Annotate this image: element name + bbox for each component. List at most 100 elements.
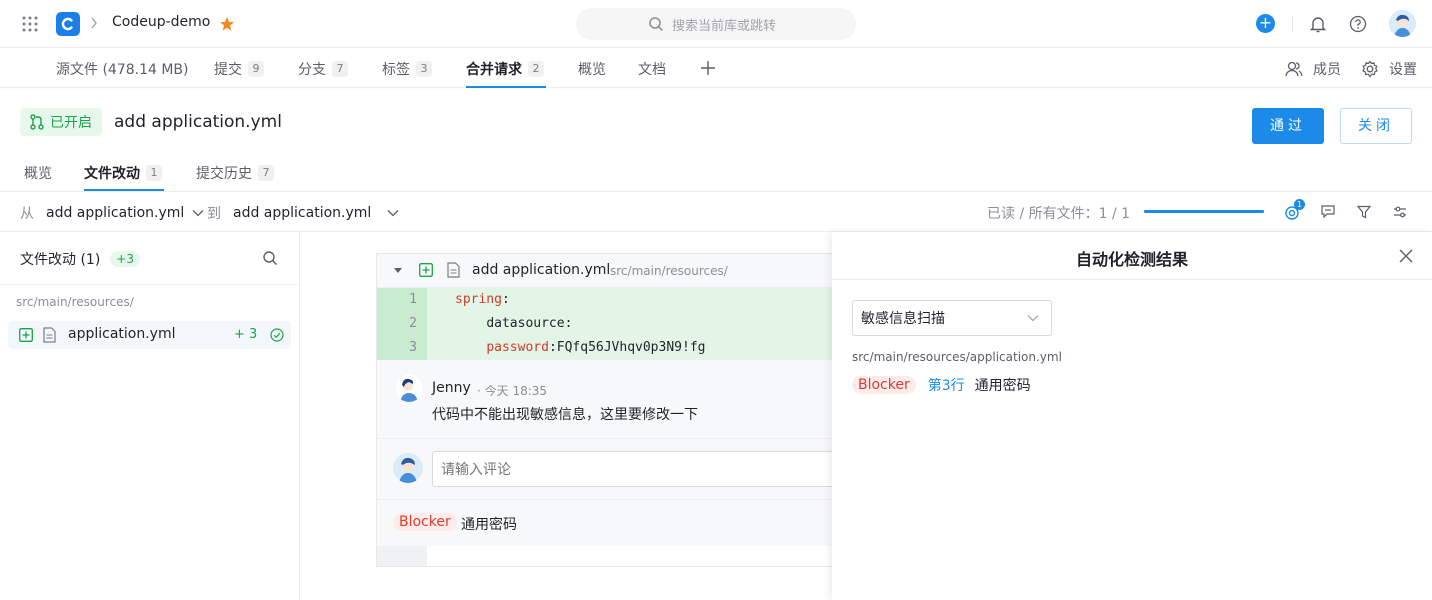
- file-icon: [447, 262, 460, 278]
- search-icon[interactable]: [262, 250, 278, 266]
- file-tree-item[interactable]: application.yml + 3: [8, 321, 291, 349]
- diff-file-header: add application.yml src/main/resources/: [377, 254, 832, 288]
- added-lines-badge: +3: [110, 251, 140, 267]
- detection-result: Blocker 第3行 通用密码: [852, 375, 1031, 395]
- divider: [0, 284, 299, 285]
- tab-commits[interactable]: 提交 9: [214, 59, 264, 79]
- search-icon: [648, 16, 664, 32]
- tab-source[interactable]: 源文件 (478.14 MB): [56, 59, 189, 79]
- reply-area: [377, 438, 832, 500]
- from-label: 从: [20, 206, 34, 222]
- target-branch-select[interactable]: 到 add application.yml: [207, 203, 399, 223]
- chevron-down-icon: [1027, 314, 1039, 322]
- file-icon: [43, 327, 56, 343]
- tab-label: 文档: [638, 62, 666, 78]
- comment-time: · 今天 18:35: [477, 384, 548, 398]
- tab-count: 9: [248, 61, 264, 77]
- select-value: 敏感信息扫描: [861, 311, 945, 327]
- issue-text: 通用密码: [461, 517, 517, 533]
- file-panel-title: 文件改动 (1): [20, 252, 101, 268]
- comment-text: 代码中不能出现敏感信息，这里要修改一下: [432, 407, 698, 423]
- code-sep: :: [564, 316, 573, 331]
- code-sep: :: [501, 292, 510, 307]
- tab-label: 文件改动: [84, 166, 140, 182]
- star-icon[interactable]: [219, 16, 235, 32]
- read-progress-track: [1144, 210, 1264, 213]
- top-bar: Codeup-demo 搜索当前库或跳转 +: [0, 0, 1432, 48]
- mr-tab-overview[interactable]: 概览: [24, 163, 52, 183]
- source-branch-select[interactable]: 从 add application.yml: [20, 203, 204, 223]
- tab-overview[interactable]: 概览: [578, 59, 606, 79]
- issue-row: Blocker 通用密码: [377, 500, 832, 546]
- file-tree-panel: [0, 232, 300, 600]
- file-added-icon: [419, 263, 433, 277]
- tab-label: 分支: [298, 62, 326, 78]
- apps-grid-icon[interactable]: [22, 16, 38, 32]
- panel-title: 自动化检测结果: [1075, 250, 1188, 269]
- status-badge: 已开启: [20, 108, 102, 136]
- filter-icon[interactable]: [1357, 205, 1371, 219]
- tab-label: 提交: [214, 62, 242, 78]
- tab-label: 概览: [24, 166, 52, 182]
- code-text: datasource:: [455, 312, 572, 336]
- gutter: [377, 546, 427, 566]
- project-name[interactable]: Codeup-demo: [112, 14, 210, 30]
- result-file-path: src/main/resources/application.yml: [852, 350, 1062, 364]
- diff-file-name: add application.yml: [472, 262, 611, 278]
- severity-badge: Blocker: [852, 376, 916, 394]
- detect-badge: 1: [1294, 199, 1305, 210]
- severity-badge: Blocker: [393, 513, 457, 531]
- comment-input[interactable]: [432, 451, 832, 487]
- code-key: spring: [455, 292, 502, 307]
- close-button[interactable]: 关闭: [1340, 108, 1412, 144]
- code-key: password: [486, 340, 549, 355]
- code-value: FQfq56JVhqv0p3N9!fg: [556, 340, 706, 355]
- comment-author[interactable]: Jenny: [432, 380, 471, 396]
- current-user-avatar: [393, 453, 423, 483]
- read-progress-fill: [1144, 210, 1264, 213]
- code-text: password:FQfq56JVhqv0p3N9!fg: [455, 336, 705, 360]
- close-icon[interactable]: [1399, 249, 1413, 263]
- chevron-down-icon: [192, 209, 204, 217]
- line-link[interactable]: 第3行: [928, 375, 965, 395]
- merge-branch-icon: [30, 114, 44, 130]
- tab-tags[interactable]: 标签 3: [382, 59, 432, 79]
- settings-link[interactable]: 设置: [1361, 59, 1417, 79]
- create-button[interactable]: +: [1256, 14, 1275, 33]
- tab-count: 7: [258, 165, 274, 181]
- tab-merge-requests[interactable]: 合并请求 2: [466, 59, 544, 79]
- mr-tab-commit-history[interactable]: 提交历史 7: [196, 163, 274, 183]
- global-search[interactable]: 搜索当前库或跳转: [576, 8, 856, 40]
- tab-count: 2: [528, 61, 544, 77]
- scan-type-select[interactable]: 敏感信息扫描: [852, 300, 1052, 336]
- user-avatar[interactable]: [1389, 10, 1416, 37]
- view-settings-icon[interactable]: [1393, 205, 1407, 219]
- mr-tab-file-changes[interactable]: 文件改动 1: [84, 163, 162, 183]
- result-text: 通用密码: [974, 378, 1031, 394]
- check-circle-icon[interactable]: [270, 328, 284, 342]
- chevron-down-icon: [387, 209, 399, 217]
- help-icon[interactable]: [1349, 15, 1367, 33]
- diff-file-path: src/main/resources/: [610, 264, 728, 278]
- tab-count: 3: [416, 61, 432, 77]
- file-panel-header: 文件改动 (1) +3: [20, 249, 140, 269]
- line-number: 3: [377, 336, 427, 360]
- add-tab-icon[interactable]: [700, 60, 716, 76]
- tab-docs[interactable]: 文档: [638, 59, 666, 79]
- bell-icon[interactable]: [1310, 15, 1326, 33]
- approve-button[interactable]: 通过: [1252, 108, 1324, 144]
- codeup-logo-icon[interactable]: [56, 12, 80, 36]
- file-added-icon: [19, 328, 33, 342]
- file-name: application.yml: [68, 326, 176, 342]
- members-link[interactable]: 成员: [1285, 59, 1341, 79]
- read-status: 已读 / 所有文件：1 / 1: [987, 206, 1131, 222]
- tab-label: 源文件 (478.14 MB): [56, 62, 189, 78]
- code-text: spring:: [455, 288, 510, 312]
- tab-label: 标签: [382, 62, 410, 78]
- divider: [0, 191, 1432, 192]
- line-number: 1: [377, 288, 427, 312]
- comment-icon[interactable]: [1321, 205, 1335, 218]
- collapse-caret-icon[interactable]: [393, 267, 403, 274]
- tab-branches[interactable]: 分支 7: [298, 59, 348, 79]
